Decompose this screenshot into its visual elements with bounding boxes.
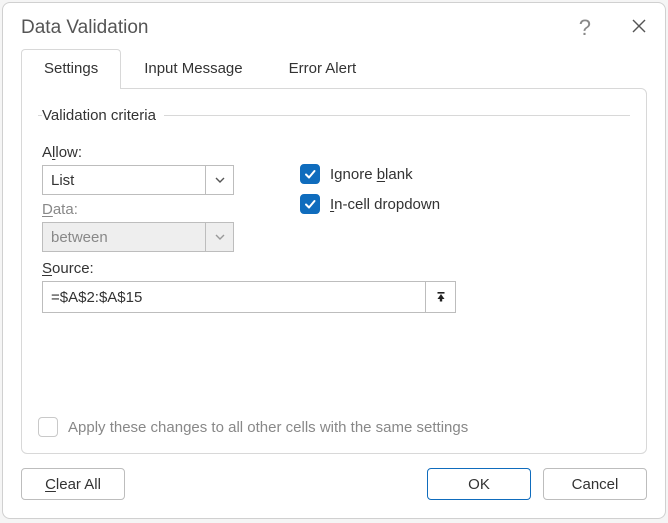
tab-input-message[interactable]: Input Message [121, 49, 265, 89]
titlebar: Data Validation ? [3, 3, 665, 49]
ignore-blank-label: Ignore blank [330, 166, 413, 183]
checkbox-icon [38, 417, 58, 437]
settings-panel: Validation criteria Allow: List Data: be… [21, 88, 647, 454]
incell-dropdown-label: In-cell dropdown [330, 196, 440, 213]
dialog-title: Data Validation [21, 17, 579, 39]
allow-value: List [43, 172, 205, 189]
data-select: between [42, 222, 234, 252]
validation-criteria-group: Validation criteria Allow: List Data: be… [38, 107, 630, 313]
checkbox-icon [300, 194, 320, 214]
help-icon[interactable]: ? [579, 17, 591, 39]
source-input[interactable] [43, 289, 425, 306]
checkbox-icon [300, 164, 320, 184]
source-label: Source: [42, 260, 626, 277]
ignore-blank-checkbox[interactable]: Ignore blank [300, 164, 440, 184]
chevron-down-icon [205, 166, 233, 194]
dialog-footer: Clear All OK Cancel [3, 468, 665, 518]
chevron-down-icon [205, 223, 233, 251]
data-label: Data: [42, 201, 272, 218]
clear-all-button[interactable]: Clear All [21, 468, 125, 500]
source-input-wrap [42, 281, 456, 313]
apply-all-checkbox: Apply these changes to all other cells w… [38, 417, 630, 437]
tabstrip: Settings Input Message Error Alert [3, 49, 665, 89]
allow-label: Allow: [42, 144, 272, 161]
validation-criteria-legend: Validation criteria [42, 107, 164, 124]
close-icon[interactable] [631, 18, 647, 38]
collapse-dialog-icon[interactable] [425, 282, 455, 312]
allow-select[interactable]: List [42, 165, 234, 195]
tab-error-alert[interactable]: Error Alert [266, 49, 380, 89]
ok-button[interactable]: OK [427, 468, 531, 500]
tab-settings[interactable]: Settings [21, 49, 121, 89]
incell-dropdown-checkbox[interactable]: In-cell dropdown [300, 194, 440, 214]
data-value: between [43, 229, 205, 246]
cancel-button[interactable]: Cancel [543, 468, 647, 500]
apply-all-label: Apply these changes to all other cells w… [68, 419, 468, 436]
data-validation-dialog: Data Validation ? Settings Input Message… [2, 2, 666, 519]
